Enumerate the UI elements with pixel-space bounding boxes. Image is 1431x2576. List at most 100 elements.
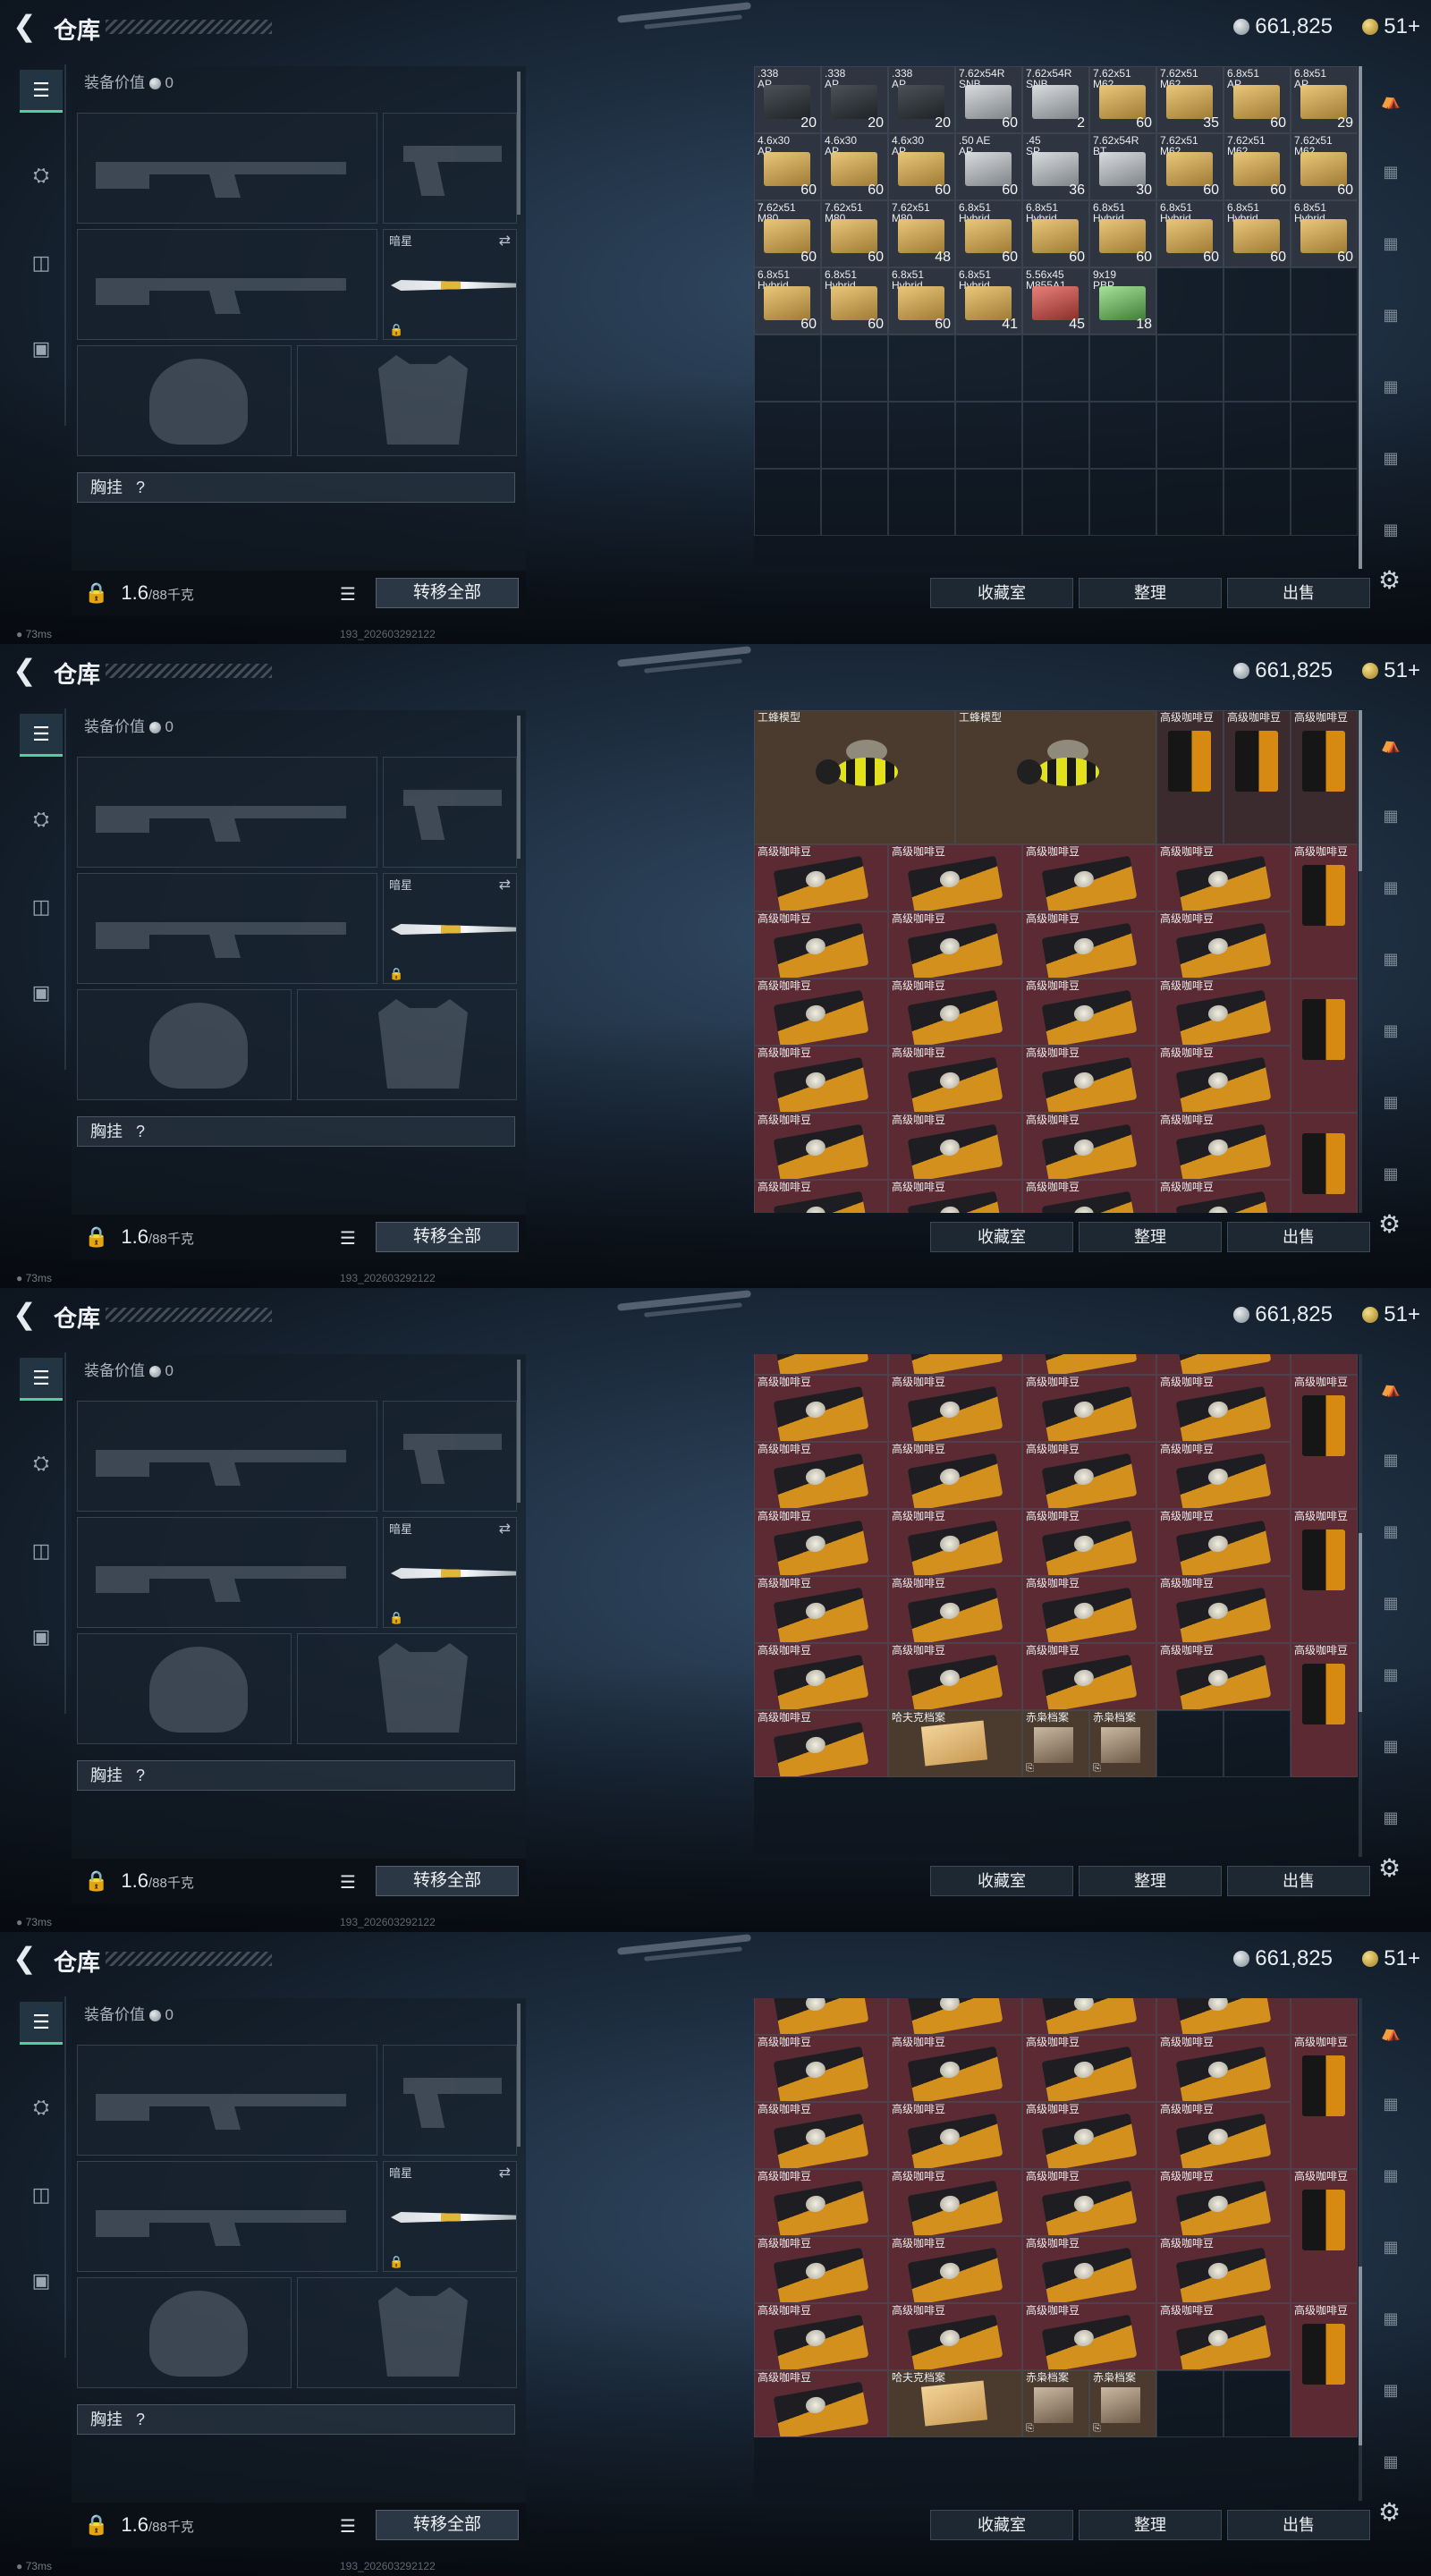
container-tab-icon[interactable]: ▦ xyxy=(1370,440,1411,476)
gold-currency[interactable]: 51+ xyxy=(1362,1302,1420,1327)
helmet-slot[interactable] xyxy=(77,2277,292,2388)
coffee-beans-item[interactable]: 高级咖啡豆 xyxy=(1022,2035,1156,2103)
storage-tab-icon[interactable]: ⛺ xyxy=(1370,82,1411,118)
haavk-file-item[interactable]: 哈夫克档案 xyxy=(888,2370,1022,2438)
coffee-beans-item[interactable]: 高级咖啡豆 xyxy=(1156,2102,1291,2170)
silver-currency[interactable]: 661,825 xyxy=(1233,14,1333,39)
coffee-beans-item[interactable]: 高级咖啡豆 xyxy=(888,1998,1022,2036)
container-tab-icon[interactable]: ▦ xyxy=(1370,1013,1411,1048)
bee-model-item[interactable]: 工蜂模型 xyxy=(955,710,1156,844)
ammo-item[interactable]: 4.6x30 AP 60 xyxy=(888,133,955,200)
empty-slot[interactable] xyxy=(1089,469,1156,536)
coffee-beans-item[interactable]: 高级咖啡豆 xyxy=(1022,844,1156,911)
coffee-beans-item[interactable]: 高级咖啡豆 xyxy=(888,1575,1022,1643)
empty-slot[interactable] xyxy=(821,402,888,469)
container-tab-icon[interactable]: ▦ xyxy=(1370,869,1411,905)
ammo-item[interactable]: 4.6x30 AP 60 xyxy=(754,133,821,200)
ammo-item[interactable]: 7.62x51 M80 60 xyxy=(821,200,888,267)
coffee-beans-item[interactable]: 高级咖啡豆 xyxy=(1156,1046,1291,1113)
container-tab-icon[interactable]: ▦ xyxy=(1370,297,1411,333)
ammo-item[interactable]: 6.8x51 Hybrid 60 xyxy=(1022,200,1089,267)
list-icon[interactable]: ☰ xyxy=(340,583,356,606)
armor-slot[interactable] xyxy=(297,1633,517,1744)
empty-slot[interactable] xyxy=(1089,402,1156,469)
coffee-bag-item[interactable]: 高级咖啡豆 xyxy=(1291,1374,1358,1509)
ammo-item[interactable]: 7.62x51 M62 60 xyxy=(1224,133,1291,200)
chest-rig-help[interactable]: ? xyxy=(136,2411,145,2428)
armor-tab-icon[interactable]: ⛭ xyxy=(20,798,63,841)
empty-slot[interactable] xyxy=(1022,335,1089,402)
chest-rig-row[interactable]: 胸挂 ? xyxy=(77,1760,515,1791)
case-tab-icon[interactable]: ▣ xyxy=(20,971,63,1014)
coffee-beans-item[interactable]: 高级咖啡豆 xyxy=(1156,1508,1291,1576)
ammo-item[interactable]: 6.8x51 Hybrid 41 xyxy=(955,267,1022,335)
empty-slot[interactable] xyxy=(888,469,955,536)
coffee-beans-item[interactable]: 高级咖啡豆 xyxy=(1156,2169,1291,2237)
coffee-beans-item[interactable]: 高级咖啡豆 xyxy=(1022,1998,1156,2036)
backpack-tab-icon[interactable]: ◫ xyxy=(20,2174,63,2216)
case-tab-icon[interactable]: ▣ xyxy=(20,327,63,370)
empty-slot[interactable] xyxy=(1224,267,1291,335)
coffee-beans-item[interactable]: 高级咖啡豆 xyxy=(888,1046,1022,1113)
ammo-item[interactable]: 7.62x51 M62 35 xyxy=(1156,66,1224,133)
gold-currency[interactable]: 51+ xyxy=(1362,14,1420,39)
coffee-beans-item[interactable]: 高级咖啡豆 xyxy=(1156,2236,1291,2304)
coffee-beans-item[interactable]: 高级咖啡豆 xyxy=(1022,1180,1156,1213)
coffee-beans-item[interactable]: 高级咖啡豆 xyxy=(754,1642,888,1710)
coffee-bag-item[interactable]: 高级咖啡豆 xyxy=(1291,2169,1358,2304)
transfer-all-button[interactable]: 转移全部 xyxy=(376,2510,519,2540)
inventory-scroll-thumb[interactable] xyxy=(1359,66,1362,569)
coffee-beans-item[interactable]: 高级咖啡豆 xyxy=(754,844,888,911)
empty-slot[interactable] xyxy=(1224,402,1291,469)
gold-currency[interactable]: 51+ xyxy=(1362,658,1420,683)
ammo-item[interactable]: 7.62x51 M80 48 xyxy=(888,200,955,267)
coffee-beans-item[interactable]: 高级咖啡豆 xyxy=(1156,1575,1291,1643)
ammo-item[interactable]: 7.62x51 M80 60 xyxy=(754,200,821,267)
coffee-beans-item[interactable]: 高级咖啡豆 xyxy=(888,1441,1022,1509)
coffee-beans-item[interactable]: 高级咖啡豆 xyxy=(754,2102,888,2170)
storage-tab-icon[interactable]: ⛺ xyxy=(1370,726,1411,762)
coffee-beans-item[interactable]: 高级咖啡豆 xyxy=(888,1374,1022,1442)
sell-button[interactable]: 出售 xyxy=(1227,1222,1370,1252)
armor-slot[interactable] xyxy=(297,2277,517,2388)
sell-button[interactable]: 出售 xyxy=(1227,2510,1370,2540)
container-tab-icon[interactable]: ▦ xyxy=(1370,225,1411,261)
chest-rig-help[interactable]: ? xyxy=(136,1123,145,1140)
coffee-beans-item[interactable]: 高级咖啡豆 xyxy=(1156,979,1291,1046)
silver-currency[interactable]: 661,825 xyxy=(1233,658,1333,683)
empty-slot[interactable] xyxy=(1156,267,1224,335)
empty-slot[interactable] xyxy=(1022,402,1089,469)
helmet-slot[interactable] xyxy=(77,1633,292,1744)
ammo-item[interactable]: 6.8x51 Hybrid 60 xyxy=(754,267,821,335)
coffee-bag-item[interactable] xyxy=(1291,979,1358,1113)
sell-button[interactable]: 出售 xyxy=(1227,578,1370,608)
container-tab-icon[interactable]: ▦ xyxy=(1370,2444,1411,2479)
coffee-beans-item[interactable]: 高级咖啡豆 xyxy=(754,2303,888,2371)
melee-slot[interactable]: 暗星 ⇄ 🔒 xyxy=(383,873,517,984)
container-tab-icon[interactable]: ▦ xyxy=(1370,798,1411,834)
secondary-weapon-slot[interactable] xyxy=(77,873,377,984)
empty-slot[interactable] xyxy=(1089,335,1156,402)
coffee-beans-item[interactable]: 高级咖啡豆 xyxy=(888,1113,1022,1180)
primary-weapon-slot[interactable] xyxy=(77,1401,377,1512)
coffee-beans-item[interactable]: 高级咖啡豆 xyxy=(1156,1180,1291,1213)
list-icon[interactable]: ☰ xyxy=(340,1227,356,1250)
coffee-beans-item[interactable]: 高级咖啡豆 xyxy=(1022,1354,1156,1375)
red-owl-file-item[interactable]: 赤枭档案 ⎘ xyxy=(1022,1709,1089,1777)
coffee-bag-item[interactable]: 高级咖啡豆 xyxy=(1291,2035,1358,2170)
ammo-item[interactable]: 6.8x51 Hybrid 60 xyxy=(1089,200,1156,267)
sort-button[interactable]: 整理 xyxy=(1079,578,1222,608)
coffee-beans-item[interactable]: 高级咖啡豆 xyxy=(1022,911,1156,979)
coffee-beans-item[interactable]: 高级咖啡豆 xyxy=(754,2035,888,2103)
coffee-beans-item[interactable]: 高级咖啡豆 xyxy=(1156,1998,1291,2036)
coffee-beans-item[interactable]: 高级咖啡豆 xyxy=(1022,2236,1156,2304)
silver-currency[interactable]: 661,825 xyxy=(1233,1946,1333,1971)
coffee-beans-item[interactable]: 高级咖啡豆 xyxy=(888,1508,1022,1576)
coffee-beans-item[interactable]: 高级咖啡豆 xyxy=(754,979,888,1046)
sort-button[interactable]: 整理 xyxy=(1079,1222,1222,1252)
bee-model-item[interactable]: 工蜂模型 xyxy=(754,710,955,844)
container-tab-icon[interactable]: ▦ xyxy=(1370,1442,1411,1478)
coffee-beans-item[interactable]: 高级咖啡豆 xyxy=(888,2303,1022,2371)
coffee-beans-item[interactable]: 高级咖啡豆 xyxy=(754,1508,888,1576)
coffee-beans-item[interactable]: 高级咖啡豆 xyxy=(1156,1374,1291,1442)
